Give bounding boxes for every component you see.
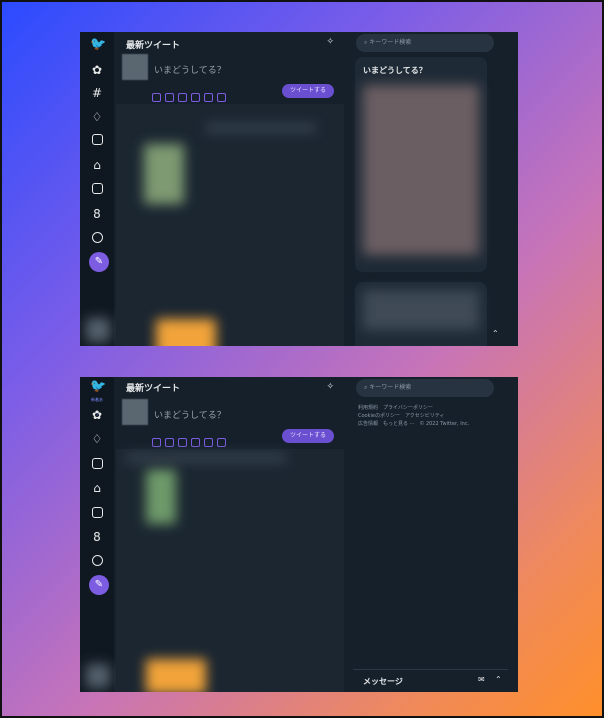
schedule-icon[interactable] (204, 438, 213, 447)
emoji-icon[interactable] (191, 438, 200, 447)
who-to-follow-panel (355, 282, 487, 346)
timeline-feed (116, 104, 344, 346)
search-placeholder: キーワード検索 (369, 39, 412, 46)
timeline-feed (116, 449, 344, 692)
blurred-media (144, 144, 184, 204)
location-icon[interactable] (217, 93, 226, 102)
footer-line[interactable]: 広告情報 もっと見る ··· © 2022 Twitter, Inc. (358, 420, 469, 428)
list-icon[interactable] (92, 183, 103, 194)
sparkle-icon[interactable]: ✧ (326, 382, 334, 392)
home-icon[interactable]: ✿ (90, 63, 104, 77)
compose-toolbar (152, 432, 230, 447)
compose-icon[interactable]: ✎ (89, 252, 109, 272)
footer-links: 利用規約 プライバシーポリシー Cookieのポリシー アクセシビリティ 広告情… (358, 404, 469, 428)
profile-icon[interactable]: 8 (90, 207, 104, 221)
search-placeholder: キーワード検索 (369, 384, 412, 391)
sparkle-icon[interactable]: ✧ (326, 37, 334, 47)
blurred-media (146, 659, 206, 692)
image-icon[interactable] (152, 438, 161, 447)
gradient-background: 🐦 ✿ # ♢ ⌂ 8 ✎ 最新ツイート ✧ いまどうしてる？ ツイートする ⌕… (0, 0, 604, 718)
sidebar-right: ⌕ キーワード検索 利用規約 プライバシーポリシー Cookieのポリシー アク… (348, 377, 518, 692)
gif-icon[interactable] (165, 438, 174, 447)
gif-icon[interactable] (165, 93, 174, 102)
blurred-trends (363, 85, 479, 255)
compose-input[interactable]: いまどうしてる？ (154, 63, 226, 76)
logo-caption: 新着あり (91, 397, 103, 416)
account-avatar[interactable] (86, 318, 110, 342)
screenshot-bottom: 🐦 新着あり ✿ ♢ ⌂ 8 ✎ 最新ツイート ✧ いまどうしてる？ ツイートす… (80, 377, 518, 692)
mail-icon[interactable] (92, 134, 103, 145)
page-title: 最新ツイート (126, 384, 181, 394)
messages-drawer[interactable]: メッセージ ✉ ⌃ (353, 669, 508, 692)
schedule-icon[interactable] (204, 93, 213, 102)
trends-title: いまどうしてる？ (363, 66, 427, 75)
poll-icon[interactable] (178, 438, 187, 447)
footer-line[interactable]: Cookieのポリシー アクセシビリティ (358, 412, 469, 420)
sidebar-right: ⌕ キーワード検索 いまどうしてる？ ⌃ (348, 32, 518, 346)
compose-icon[interactable]: ✎ (89, 575, 109, 595)
avatar (122, 399, 148, 425)
blurred-media (146, 469, 176, 524)
image-icon[interactable] (152, 93, 161, 102)
twitter-logo-icon[interactable]: 🐦 (90, 380, 106, 394)
location-icon[interactable] (217, 438, 226, 447)
trends-panel: いまどうしてる？ (355, 57, 487, 272)
avatar (122, 54, 148, 80)
screenshot-top: 🐦 ✿ # ♢ ⌂ 8 ✎ 最新ツイート ✧ いまどうしてる？ ツイートする ⌕… (80, 32, 518, 346)
compose-input[interactable]: いまどうしてる？ (154, 408, 226, 421)
blurred-text (126, 454, 286, 462)
bookmark-icon[interactable]: ⌂ (90, 481, 104, 495)
mail-icon[interactable] (92, 458, 103, 469)
emoji-icon[interactable] (191, 93, 200, 102)
hashtag-icon[interactable]: # (90, 86, 104, 100)
list-icon[interactable] (92, 507, 103, 518)
profile-icon[interactable]: 8 (90, 530, 104, 544)
nav-rail: 🐦 新着あり ✿ ♢ ⌂ 8 ✎ (80, 377, 114, 692)
bookmark-icon[interactable]: ⌂ (90, 158, 104, 172)
account-avatar[interactable] (86, 664, 110, 688)
twitter-logo-icon[interactable]: 🐦 (90, 38, 106, 52)
blurred-content (363, 290, 479, 330)
search-input[interactable]: ⌕ キーワード検索 (356, 379, 494, 397)
bell-icon[interactable]: ♢ (90, 110, 104, 124)
search-input[interactable]: ⌕ キーワード検索 (356, 34, 494, 52)
messages-title: メッセージ (363, 677, 403, 686)
nav-rail: 🐦 ✿ # ♢ ⌂ 8 ✎ (80, 32, 114, 346)
more-icon[interactable] (92, 232, 103, 243)
new-message-icon[interactable]: ✉ (478, 675, 485, 684)
poll-icon[interactable] (178, 93, 187, 102)
home-icon[interactable]: ✿ (90, 408, 104, 422)
footer-line[interactable]: 利用規約 プライバシーポリシー (358, 404, 469, 412)
more-icon[interactable] (92, 555, 103, 566)
chevron-up-icon[interactable]: ⌃ (495, 675, 502, 684)
compose-toolbar (152, 87, 230, 102)
bell-icon[interactable]: ♢ (90, 432, 104, 446)
timeline-column: 最新ツイート ✧ いまどうしてる？ ツイートする (116, 377, 344, 692)
timeline-column: 最新ツイート ✧ いまどうしてる？ ツイートする (116, 32, 344, 346)
blurred-text (206, 124, 316, 132)
blurred-media (156, 319, 216, 346)
page-title: 最新ツイート (126, 41, 181, 51)
chevron-up-icon[interactable]: ⌃ (492, 329, 499, 338)
tweet-button[interactable]: ツイートする (281, 84, 334, 98)
tweet-button[interactable]: ツイートする (281, 429, 334, 443)
